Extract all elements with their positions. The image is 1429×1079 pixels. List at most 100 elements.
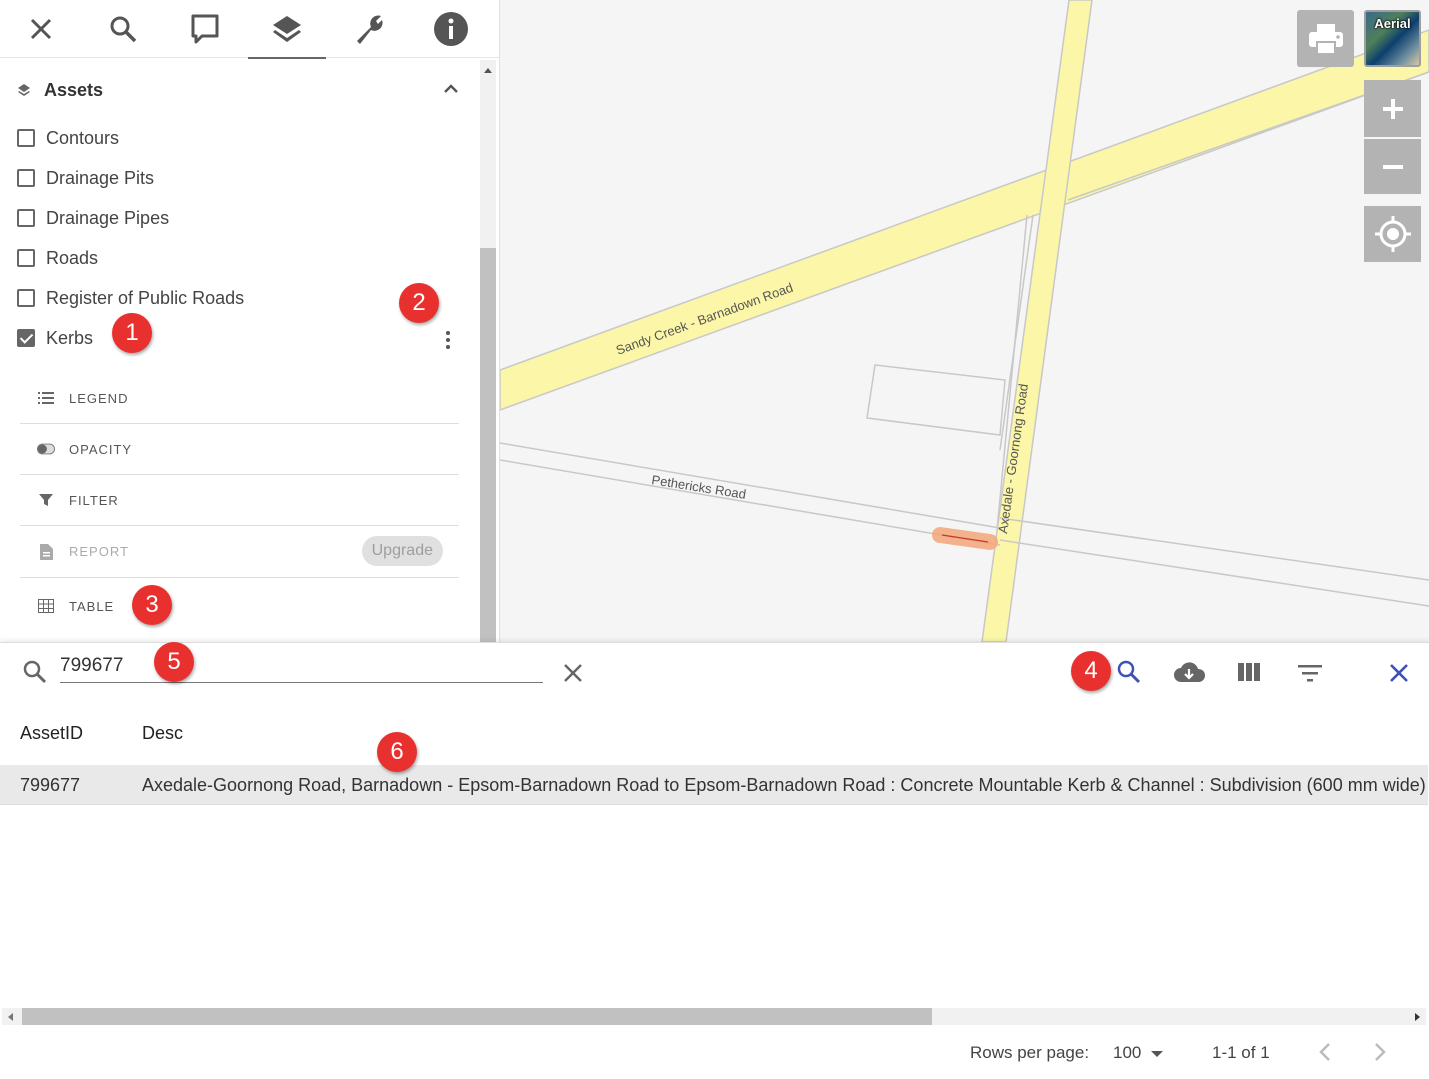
dropdown-arrow-icon: [1151, 1051, 1164, 1057]
table-label: TABLE: [69, 598, 115, 614]
layer-option-opacity[interactable]: OPACITY: [20, 424, 459, 475]
checkbox[interactable]: [17, 129, 35, 147]
map-canvas: Sandy Creek - Barnadown Road Axedale - G…: [500, 0, 1429, 642]
annotation-badge-6: 6: [377, 732, 417, 772]
layers-icon: [18, 84, 30, 96]
rows-per-page-value: 100: [1113, 1043, 1142, 1062]
road-sandy-creek: [500, 29, 1429, 411]
panel-scrollbar[interactable]: [480, 60, 496, 642]
filter-list-icon[interactable]: [1297, 663, 1323, 683]
layer-item-kerbs[interactable]: Kerbs: [17, 326, 93, 350]
layer-item-register-of-public-roads[interactable]: Register of Public Roads: [17, 286, 244, 310]
building-outline: [866, 364, 1006, 436]
table-row[interactable]: 799677 Axedale-Goornong Road, Barnadown …: [0, 765, 1428, 805]
checkbox[interactable]: [17, 289, 35, 307]
cell-assetid: 799677: [20, 775, 81, 795]
previous-page-icon[interactable]: [1318, 1042, 1332, 1062]
layer-item-drainage-pits[interactable]: Drainage Pits: [17, 166, 154, 190]
layer-label: Drainage Pits: [46, 167, 155, 188]
close-icon: [30, 18, 52, 40]
layer-label: Roads: [46, 247, 99, 268]
layer-label: Kerbs: [46, 327, 94, 348]
aerial-basemap-button[interactable]: Aerial: [1364, 10, 1421, 67]
table-horizontal-scrollbar[interactable]: [2, 1008, 1426, 1025]
layer-item-contours[interactable]: Contours: [17, 126, 119, 150]
layer-label: Contours: [46, 127, 120, 148]
annotation-badge-5: 5: [154, 642, 194, 682]
layers-list: Assets Contours Drainage Pits Drainage P…: [0, 58, 500, 642]
next-page-icon[interactable]: [1373, 1042, 1387, 1062]
scroll-left-arrow-icon[interactable]: [8, 1013, 13, 1021]
plus-icon: [1382, 98, 1403, 119]
checkbox[interactable]: [17, 169, 35, 187]
print-button[interactable]: [1297, 10, 1354, 67]
zoom-out-button[interactable]: [1364, 139, 1421, 194]
assets-group-title: Assets: [44, 79, 104, 100]
annotation-badge-4: 4: [1071, 651, 1111, 691]
minus-icon: [1382, 164, 1403, 169]
list-icon: [38, 392, 54, 404]
table-pagination: Rows per page: 100 1-1 of 1: [0, 1039, 1429, 1069]
page-range: 1-1 of 1: [1212, 1043, 1270, 1062]
annotation-badge-1: 1: [112, 313, 152, 353]
filter-funnel-icon: [39, 494, 53, 506]
report-label: REPORT: [69, 544, 129, 559]
upgrade-chip[interactable]: Upgrade: [361, 536, 443, 566]
scrollbar-thumb[interactable]: [480, 248, 496, 642]
rows-per-page-label: Rows per page:: [970, 1043, 1090, 1062]
checkbox[interactable]: [17, 249, 35, 267]
search-icon: [23, 660, 47, 684]
cloud-download-icon[interactable]: [1172, 660, 1206, 686]
clear-search-icon[interactable]: [562, 662, 584, 684]
column-header-desc[interactable]: Desc: [142, 723, 183, 744]
annotation-badge-2: 2: [399, 283, 439, 323]
document-icon: [39, 543, 53, 560]
layer-option-legend[interactable]: LEGEND: [20, 373, 459, 424]
column-header-assetid[interactable]: AssetID: [20, 723, 83, 744]
layers-tab-button[interactable]: [246, 0, 328, 59]
opacity-toggle-icon: [37, 443, 55, 455]
search-toggle-icon[interactable]: [1116, 659, 1142, 685]
checkbox-checked[interactable]: [17, 329, 35, 347]
layer-label: Drainage Pipes: [46, 207, 170, 228]
table-search-row: [0, 643, 1429, 703]
comment-tab-button[interactable]: [164, 0, 246, 58]
view-columns-icon[interactable]: [1237, 662, 1261, 682]
close-table-icon[interactable]: [1388, 662, 1410, 684]
assets-group-header[interactable]: Assets: [17, 78, 460, 102]
attribute-table-panel: AssetID Desc 799677 Axedale-Goornong Roa…: [0, 642, 1429, 1079]
scroll-right-arrow-icon[interactable]: [1415, 1013, 1420, 1021]
info-icon: [434, 12, 468, 46]
close-panel-button[interactable]: [0, 0, 82, 58]
annotation-badge-3: 3: [132, 585, 172, 625]
map-view[interactable]: Sandy Creek - Barnadown Road Axedale - G…: [500, 0, 1429, 642]
comment-icon: [191, 14, 219, 44]
panel-toolbar: [0, 0, 499, 59]
opacity-label: OPACITY: [69, 441, 133, 457]
filter-label: FILTER: [69, 492, 119, 508]
my-location-button[interactable]: [1364, 206, 1421, 262]
checkbox[interactable]: [17, 209, 35, 227]
layer-item-drainage-pipes[interactable]: Drainage Pipes: [17, 206, 169, 230]
scroll-up-arrow-icon[interactable]: [484, 68, 492, 73]
scrollbar-thumb[interactable]: [22, 1008, 932, 1025]
printer-icon: [1308, 23, 1343, 55]
layer-option-table[interactable]: TABLE: [20, 578, 459, 634]
layer-option-report: REPORT Upgrade: [20, 526, 459, 578]
table-search-input[interactable]: [60, 649, 543, 683]
tools-tab-button[interactable]: [328, 0, 410, 58]
aerial-label: Aerial: [1374, 16, 1411, 31]
rows-per-page-select[interactable]: 100: [1113, 1043, 1164, 1063]
wrench-icon: [357, 15, 383, 45]
search-icon: [110, 16, 137, 43]
chevron-up-icon[interactable]: [442, 80, 460, 98]
crosshair-icon: [1374, 216, 1411, 252]
info-tab-button[interactable]: [410, 0, 492, 58]
cell-desc: Axedale-Goornong Road, Barnadown - Epsom…: [142, 775, 1426, 795]
zoom-in-button[interactable]: [1364, 80, 1421, 137]
search-tab-button[interactable]: [82, 0, 164, 58]
layer-options-menu-icon[interactable]: [440, 328, 456, 352]
layer-item-roads[interactable]: Roads: [17, 246, 98, 270]
layer-label: Register of Public Roads: [46, 287, 245, 308]
layer-option-filter[interactable]: FILTER: [20, 475, 459, 526]
